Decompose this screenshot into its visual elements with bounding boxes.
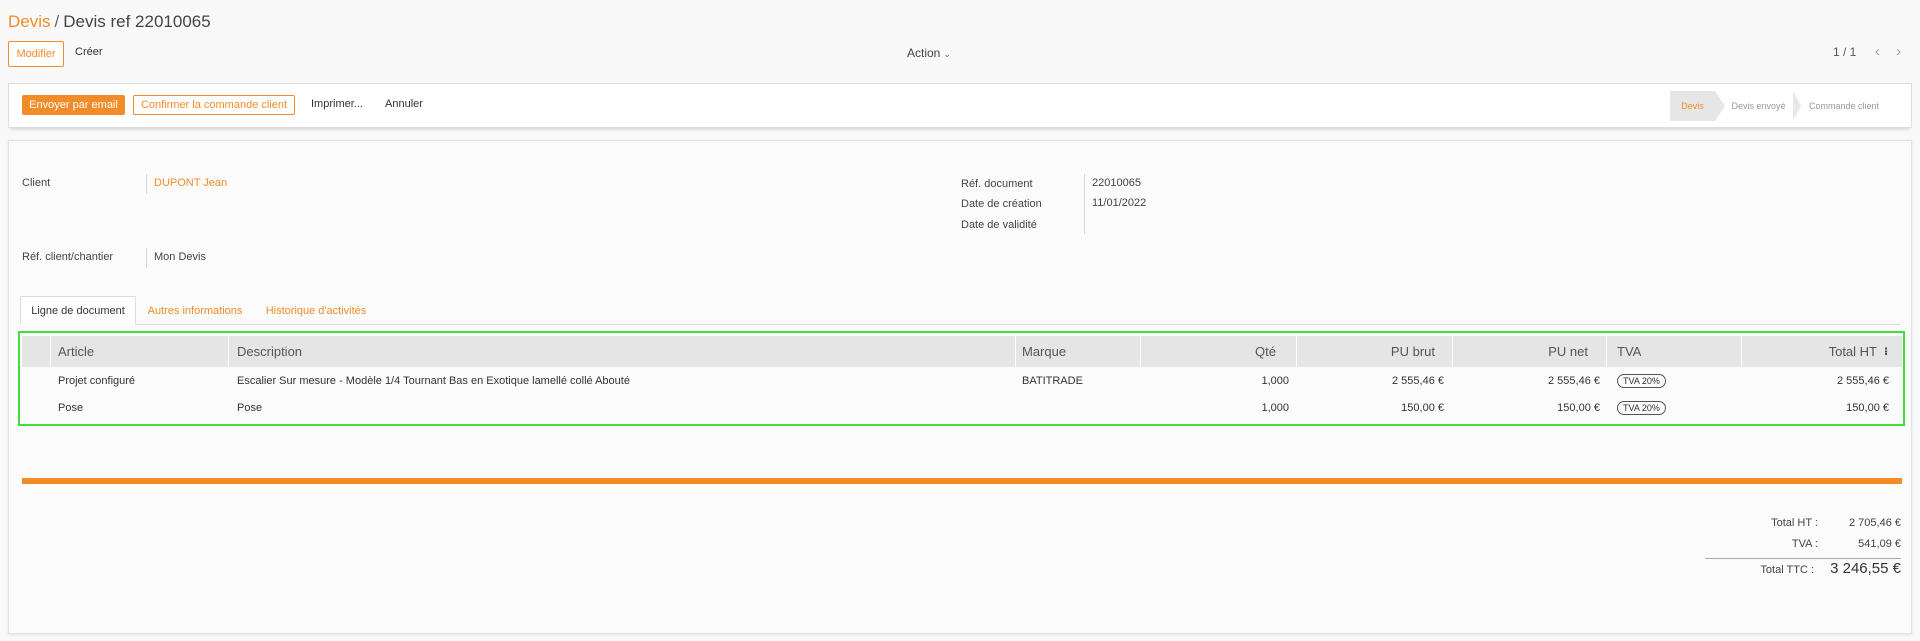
date-validite-label: Date de validité xyxy=(961,219,1037,231)
column-separator xyxy=(1741,336,1742,367)
field-separator xyxy=(146,174,147,194)
header-total-ht[interactable]: Total HT xyxy=(1745,336,1877,367)
stage-devis[interactable]: Devis xyxy=(1670,91,1715,121)
tva-badge: TVA 20% xyxy=(1617,401,1666,415)
row1-qte[interactable]: 1,000 xyxy=(1145,373,1289,389)
date-creation-label: Date de création xyxy=(961,198,1042,210)
row2-description[interactable]: Pose xyxy=(237,400,262,416)
action-dropdown-label: Action xyxy=(907,46,941,60)
ref-document-value: 22010065 xyxy=(1092,177,1141,189)
tab-autres-informations[interactable]: Autres informations xyxy=(140,296,250,325)
totals-divider xyxy=(1705,558,1901,559)
row1-total-ht[interactable]: 2 555,46 € xyxy=(1745,373,1889,389)
row1-description[interactable]: Escalier Sur mesure - Modèle 1/4 Tournan… xyxy=(237,373,630,389)
ref-client-label: Réf. client/chantier xyxy=(22,251,114,263)
total-ttc-value: 3 246,55 € xyxy=(1830,560,1901,577)
column-separator xyxy=(228,336,229,367)
tva-value: 541,09 € xyxy=(1858,538,1901,550)
breadcrumb-separator: / xyxy=(54,12,60,31)
column-separator xyxy=(50,336,51,367)
row1-pu-brut[interactable]: 2 555,46 € xyxy=(1300,373,1444,389)
row1-article[interactable]: Projet configuré xyxy=(58,373,135,389)
row2-article[interactable]: Pose xyxy=(58,400,83,416)
edit-button[interactable]: Modifier xyxy=(8,41,64,67)
header-article[interactable]: Article xyxy=(58,336,94,367)
stage-arrow xyxy=(1793,91,1801,121)
header-pu-net[interactable]: PU net xyxy=(1456,336,1588,367)
pager-value: 1 / 1 xyxy=(1833,45,1857,59)
confirm-order-button[interactable]: Confirmer la commande client xyxy=(133,95,295,115)
header-qte[interactable]: Qté xyxy=(1145,336,1276,367)
chevron-down-icon: ⌄ xyxy=(943,49,951,59)
header-pu-brut[interactable]: PU brut xyxy=(1300,336,1435,367)
row2-qte[interactable]: 1,000 xyxy=(1145,400,1289,416)
send-email-button[interactable]: Envoyer par email xyxy=(22,95,125,115)
breadcrumb-parent-link[interactable]: Devis xyxy=(8,12,51,31)
create-button[interactable]: Créer xyxy=(75,46,103,58)
cancel-button[interactable]: Annuler xyxy=(385,98,423,110)
tva-label: TVA : xyxy=(1791,538,1818,550)
total-ht-value: 2 705,46 € xyxy=(1849,517,1901,529)
column-separator xyxy=(1015,336,1016,367)
total-ht-label: Total HT : xyxy=(1771,517,1818,529)
section-divider xyxy=(22,478,1902,484)
action-dropdown[interactable]: Action ⌄ xyxy=(907,46,951,60)
column-separator xyxy=(1452,336,1453,367)
print-button[interactable]: Imprimer... xyxy=(311,98,363,110)
column-separator xyxy=(1140,336,1141,367)
pager-next-icon[interactable]: › xyxy=(1896,43,1901,60)
header-description[interactable]: Description xyxy=(237,336,302,367)
column-separator xyxy=(1296,336,1297,367)
row1-tva[interactable]: TVA 20% xyxy=(1617,373,1666,389)
breadcrumb-current: Devis ref 22010065 xyxy=(63,12,211,31)
column-separator xyxy=(1606,336,1607,367)
row2-total-ht[interactable]: 150,00 € xyxy=(1745,400,1889,416)
breadcrumb: Devis / Devis ref 22010065 xyxy=(8,12,211,32)
row2-pu-brut[interactable]: 150,00 € xyxy=(1300,400,1444,416)
row1-marque[interactable]: BATITRADE xyxy=(1022,373,1083,389)
ref-document-label: Réf. document xyxy=(961,178,1033,190)
ref-client-value: Mon Devis xyxy=(154,251,206,263)
tab-ligne-document[interactable]: Ligne de document xyxy=(20,296,136,325)
row1-pu-net[interactable]: 2 555,46 € xyxy=(1456,373,1600,389)
header-tva[interactable]: TVA xyxy=(1617,336,1641,367)
tva-badge: TVA 20% xyxy=(1617,374,1666,388)
row2-tva[interactable]: TVA 20% xyxy=(1617,400,1666,416)
optional-columns-icon[interactable]: ⁝ xyxy=(1884,336,1888,367)
client-value-link[interactable]: DUPONT Jean xyxy=(154,177,227,189)
pager-previous-icon[interactable]: ‹ xyxy=(1875,43,1880,60)
field-separator xyxy=(146,248,147,268)
field-separator xyxy=(1084,174,1085,234)
date-creation-value: 11/01/2022 xyxy=(1092,197,1147,209)
tab-historique-activites[interactable]: Historique d'activités xyxy=(258,296,374,325)
stage-arrow xyxy=(1715,91,1725,121)
stage-commande-client[interactable]: Commande client xyxy=(1804,91,1884,121)
client-label: Client xyxy=(22,177,51,189)
stage-devis-envoye[interactable]: Devis envoyé xyxy=(1726,91,1791,121)
total-ttc-label: Total TTC : xyxy=(1760,564,1814,576)
row2-pu-net[interactable]: 150,00 € xyxy=(1456,400,1600,416)
header-marque[interactable]: Marque xyxy=(1022,336,1066,367)
